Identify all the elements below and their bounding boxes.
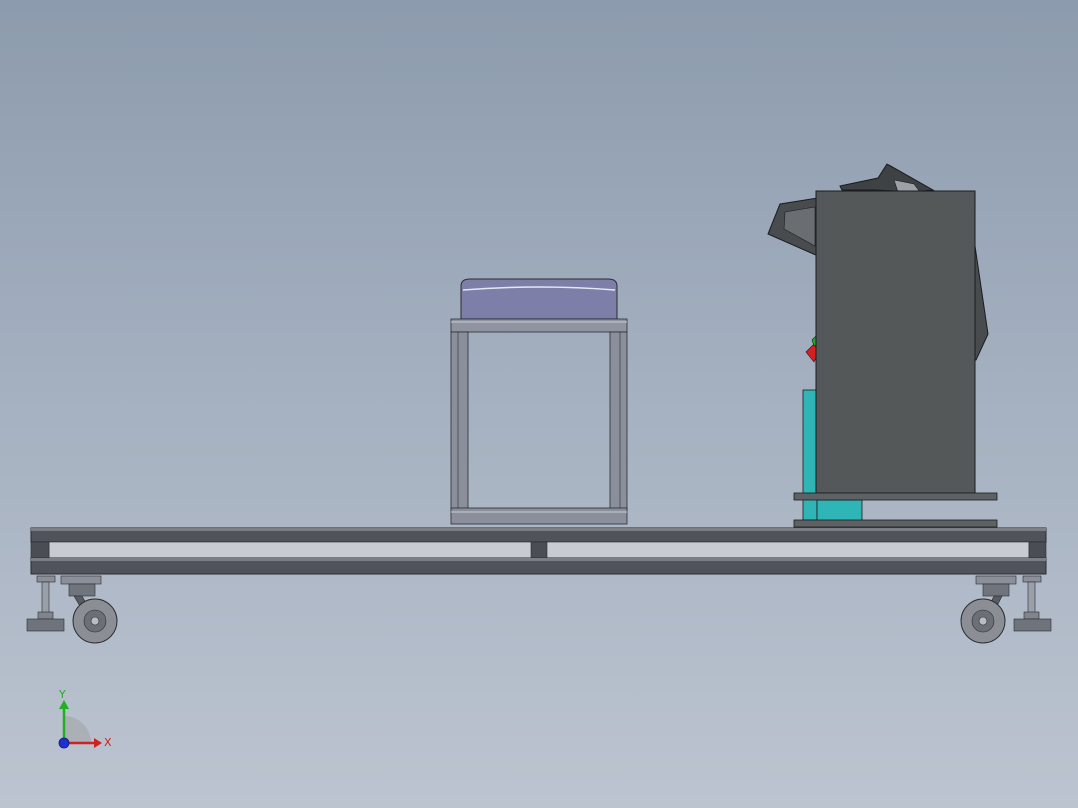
cad-viewport[interactable]: Y X xyxy=(0,0,1078,808)
right-caster-wheel xyxy=(960,575,1017,644)
model-canvas[interactable]: Y X xyxy=(0,0,1078,808)
right-leveling-foot xyxy=(1013,575,1052,632)
z-axis-dot xyxy=(58,737,70,749)
cart-frame xyxy=(30,527,1047,575)
x-axis-label: X xyxy=(104,736,112,749)
triad-plane-indicator xyxy=(64,716,91,743)
view-orientation-triad[interactable]: Y X xyxy=(58,688,112,749)
left-leveling-foot xyxy=(26,575,65,632)
processing-machine xyxy=(767,163,998,528)
center-stand xyxy=(450,278,628,525)
left-caster-wheel xyxy=(60,575,118,644)
y-axis-label: Y xyxy=(58,688,66,701)
